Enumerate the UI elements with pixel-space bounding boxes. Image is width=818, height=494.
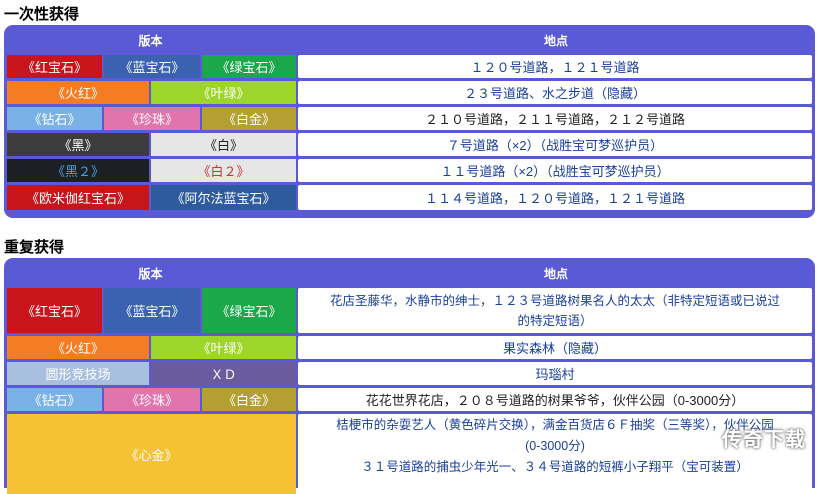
version-pearl[interactable]: 《珍珠》 <box>104 388 200 411</box>
section-title-once: 一次性获得 <box>4 6 80 23</box>
version-omega-ruby[interactable]: 《欧米伽红宝石》 <box>7 185 149 210</box>
version-alpha-sapphire[interactable]: 《阿尔法蓝宝石》 <box>151 185 296 210</box>
version-colosseum[interactable]: 圆形竞技场 <box>7 362 149 385</box>
version-diamond[interactable]: 《钻石》 <box>7 107 102 130</box>
version-sapphire[interactable]: 《蓝宝石》 <box>104 55 200 78</box>
location-line: 的特定短语） <box>517 313 593 328</box>
header-version: 版本 <box>138 33 163 48</box>
version-emerald[interactable]: 《绿宝石》 <box>202 55 296 78</box>
location-cell: １２０号道路，１２１号道路 <box>298 55 812 78</box>
location-line: 花店圣藤华，水静市的绅士，１２３号道路树果名人的太太（非特定短语或已说过 <box>329 293 780 308</box>
version-leafgreen[interactable]: 《叶绿》 <box>151 81 296 104</box>
watermark-logo: 传奇下载 <box>722 429 806 451</box>
section-title-repeat: 重复获得 <box>4 239 65 256</box>
version-emerald[interactable]: 《绿宝石》 <box>202 288 296 333</box>
location-cell: １１号道路（×2）（战胜宝可梦巡护员） <box>298 159 812 182</box>
version-firered[interactable]: 《火红》 <box>7 81 149 104</box>
table-once: 版本 地点 《红宝石》 《蓝宝石》 《绿宝石》 １２０号道路，１２１号道路 《火… <box>4 25 815 218</box>
header-version: 版本 <box>138 266 163 281</box>
version-leafgreen[interactable]: 《叶绿》 <box>151 336 296 359</box>
location-line: ３１号道路的捕虫少年光一、３４号道路的短裤小子翔平（宝可装置） <box>361 460 749 474</box>
table-repeat: 版本 地点 《红宝石》 《蓝宝石》 《绿宝石》 花店圣藤华，水静市的绅士，１２３… <box>4 258 815 494</box>
version-ruby[interactable]: 《红宝石》 <box>7 288 102 333</box>
location-cell: 玛瑙村 <box>298 362 812 385</box>
version-platinum[interactable]: 《白金》 <box>202 388 296 411</box>
header-location: 地点 <box>543 266 568 281</box>
version-xd[interactable]: ＸＤ <box>151 362 296 385</box>
version-white[interactable]: 《白》 <box>151 133 296 156</box>
version-white2[interactable]: 《白２》 <box>151 159 296 182</box>
location-cell: 果实森林（隐藏） <box>298 336 812 359</box>
version-heartgold[interactable]: 《心金》 <box>7 414 296 494</box>
version-sapphire[interactable]: 《蓝宝石》 <box>104 288 200 333</box>
location-cell: ２３号道路、水之步道（隐藏） <box>298 81 812 104</box>
location-line: (0-3000分) <box>525 439 585 453</box>
location-cell: 花花世界花店，２０８号道路的树果爷爷，伙伴公园（0-3000分） <box>298 388 812 411</box>
location-cell: ７号道路（×2）（战胜宝可梦巡护员） <box>298 133 812 156</box>
version-platinum[interactable]: 《白金》 <box>202 107 296 130</box>
version-black2[interactable]: 《黑２》 <box>7 159 149 182</box>
version-firered[interactable]: 《火红》 <box>7 336 149 359</box>
location-cell: 花店圣藤华，水静市的绅士，１２３号道路树果名人的太太（非特定短语或已说过 的特定… <box>298 288 812 333</box>
version-diamond[interactable]: 《钻石》 <box>7 388 102 411</box>
location-line: 桔梗市的杂耍艺人（黄色碎片交换），满金百货店６Ｆ抽奖（三等奖），伙伴公园 <box>336 418 774 432</box>
location-cell: ２１０号道路，２１１号道路，２１２号道路 <box>298 107 812 130</box>
header-location: 地点 <box>543 33 568 48</box>
version-pearl[interactable]: 《珍珠》 <box>104 107 200 130</box>
version-ruby[interactable]: 《红宝石》 <box>7 55 102 78</box>
location-cell: １１４号道路，１２０号道路，１２１号道路 <box>298 185 812 210</box>
version-black[interactable]: 《黑》 <box>7 133 149 156</box>
